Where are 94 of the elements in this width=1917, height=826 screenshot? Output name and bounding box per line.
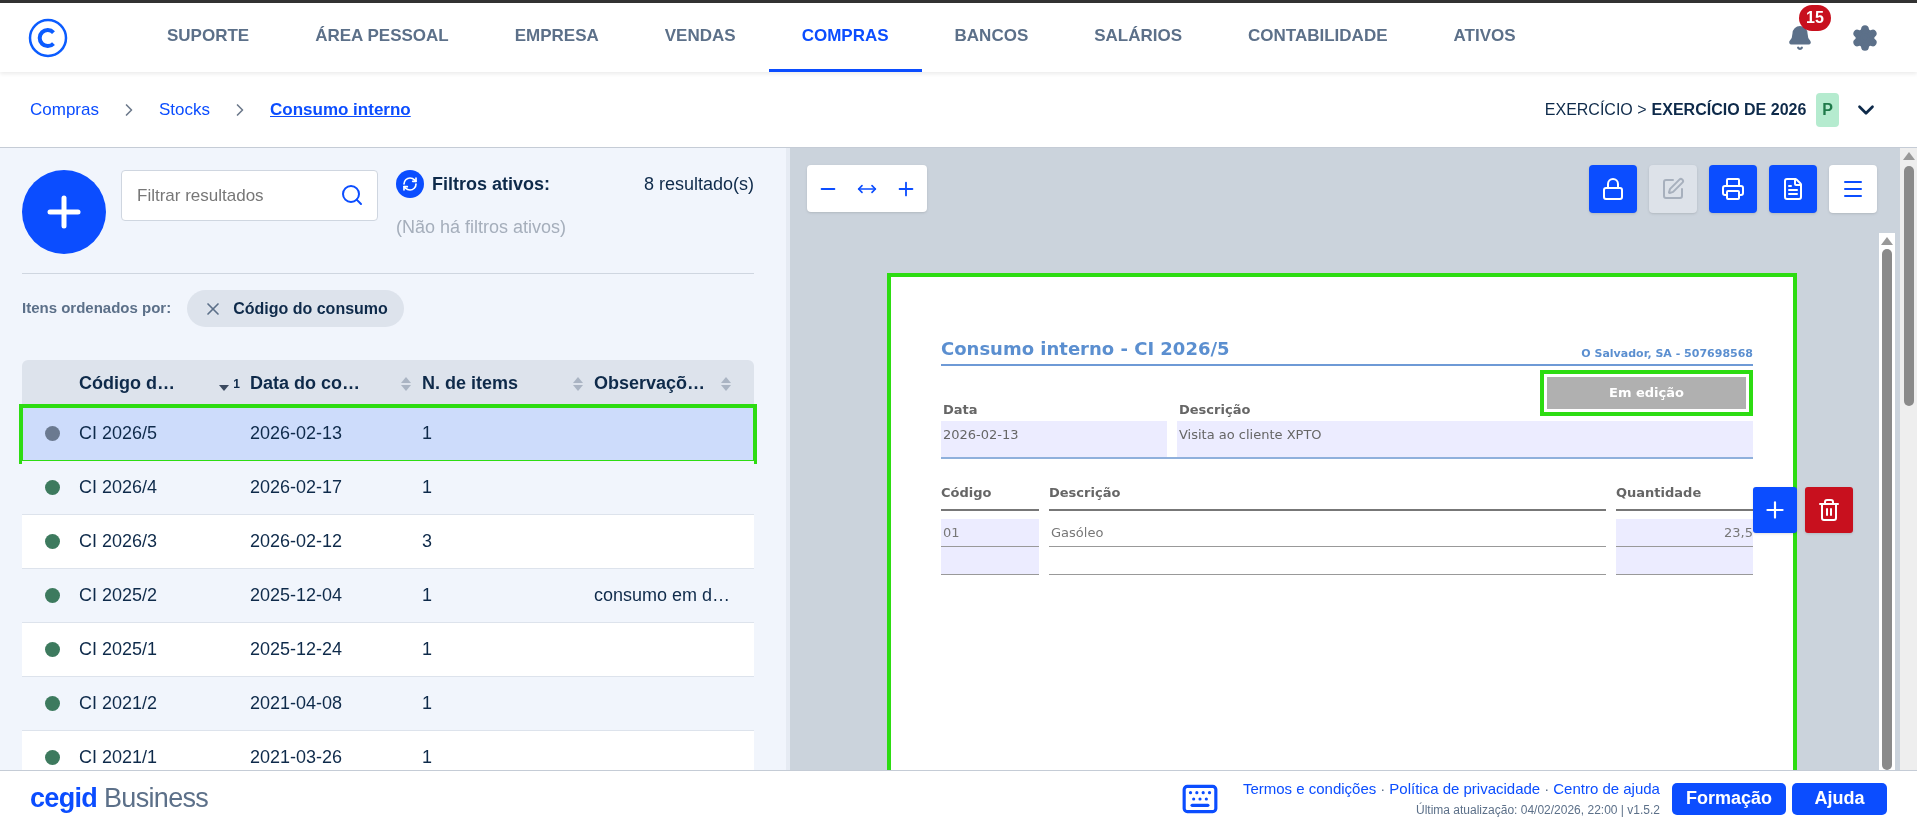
nav-tab[interactable]: EMPRESA [481,3,632,72]
status-badge: P [1816,92,1839,127]
delete-line-button[interactable] [1805,487,1853,533]
status-label: Em edição [1540,370,1753,416]
sort-chip[interactable]: Código do consumo [187,290,404,327]
nav-tab[interactable]: SUPORTE [134,3,283,72]
line-code[interactable]: 01 [941,518,1039,547]
breadcrumb-link[interactable]: Stocks [158,96,210,123]
nav-tab[interactable]: CONTABILIDADE [1215,3,1421,72]
printer-icon [1721,177,1745,201]
table-cell-text: CI 2021/2 [79,692,159,715]
footer-link[interactable]: Política de privacidade [1389,778,1541,801]
nav-tab[interactable]: BANCOS [921,3,1062,72]
breadcrumb-link[interactable]: Compras [30,96,99,123]
notification-badge: 15 [1799,4,1831,31]
help-button[interactable]: Ajuda [1792,782,1887,815]
pencil-icon [1661,177,1685,201]
settings-icon[interactable] [1851,23,1879,52]
menu-button[interactable] [1829,165,1877,213]
document-title: Consumo interno - CI 2026/5 [941,337,1230,361]
search-icon[interactable] [340,183,364,207]
pdf-button[interactable] [1769,165,1817,213]
table-cell-text: 1 [422,584,433,607]
refresh-icon[interactable] [396,170,424,198]
print-button[interactable] [1709,165,1757,213]
table-cell-text: 2021-03-26 [250,746,344,769]
empty-line-field[interactable] [1616,546,1753,575]
nav-tab[interactable]: COMPRAS [768,3,922,72]
footer-link[interactable]: Termos e condições [1242,778,1377,801]
table-cell-text: 1 [422,476,433,499]
field-label: Data [942,400,979,419]
table-cell-text: 2026-02-17 [250,476,344,499]
table-cell-text: CI 2025/2 [79,584,159,607]
padlock-icon [1601,177,1625,201]
field-value[interactable]: 2026-02-13 [941,421,1167,457]
update-info: Última atualização: 04/02/2026, 22:00 | v1.5.2 [1416,801,1660,819]
sort-label: Itens ordenados por: [22,298,172,319]
table-row[interactable]: CI 2021/1 2021-03-26 1 [22,731,754,770]
column-header[interactable]: N. de items [422,370,594,397]
line-description[interactable]: Gasóleo [1049,518,1606,547]
line-column-header: Descrição [1049,483,1606,511]
table-cell-text: 2026-02-13 [250,422,344,445]
table-cell-text: CI 2026/5 [79,422,159,445]
result-count: 8 resultado(s) [643,172,754,196]
column-header[interactable]: Data do co… [250,370,422,397]
company-name: O Salvador, SA - 507698568 [1581,345,1753,362]
column-header[interactable]: Código d… 1 [79,370,250,397]
footer-link[interactable]: Centro de ajuda [1553,778,1660,801]
inner-scrollbar[interactable] [1879,233,1895,770]
table-cell-text: CI 2026/4 [79,476,159,499]
add-line-button[interactable] [1753,487,1797,533]
field-value[interactable]: Visita ao cliente XPTO [1177,421,1753,457]
line-quantity[interactable]: 23,5 [1616,518,1753,547]
table-cell-text: 2026-02-12 [250,530,344,553]
table-row[interactable]: CI 2025/1 2025-12-24 1 [22,623,754,677]
brand-logo: cegid Business [30,782,209,816]
line-column-header: Código [941,483,1039,511]
separator-dot: · [1380,779,1386,800]
table-cell-text: CI 2021/1 [79,746,159,769]
table-row[interactable]: CI 2026/3 2026-02-12 3 [22,515,754,569]
column-header[interactable]: Observaçõ… [594,370,742,397]
bell-icon[interactable] [1787,24,1813,51]
nav-tab[interactable]: SALÁRIOS [1061,3,1216,72]
lock-button[interactable] [1589,165,1637,213]
fiscal-year-value[interactable]: EXERCÍCIO DE 2026 [1651,97,1807,122]
trash-icon [1817,498,1841,522]
table-cell-text: 2025-12-24 [250,638,344,661]
separator-dot: · [1544,779,1550,800]
empty-line-field[interactable] [941,546,1039,575]
training-button[interactable]: Formação [1671,782,1786,815]
table-cell-text: 1 [422,746,433,769]
nav-tab[interactable]: ÁREA PESSOAL [282,3,482,72]
table-cell-text: 1 [422,422,433,445]
table-row[interactable]: CI 2026/5 2026-02-13 1 [22,407,754,461]
filters-empty-text: (Não há filtros ativos) [396,216,568,239]
document-icon [1781,177,1805,201]
nav-tab[interactable]: ATIVOS [1420,3,1549,72]
breadcrumb-link[interactable]: Consumo interno [270,96,411,123]
table-cell-text: 2021-04-08 [250,692,344,715]
field-label: Descrição [1178,400,1252,419]
outer-scrollbar[interactable] [1900,148,1917,770]
sort-index: 1 [233,375,240,393]
table-cell-text: 1 [422,692,433,715]
table-cell-text: CI 2026/3 [79,530,159,553]
filters-title: Filtros ativos: [432,172,551,196]
logo-icon[interactable] [28,17,68,58]
table-cell-text: 2025-12-04 [250,584,344,607]
table-cell-text: 3 [422,530,433,553]
table-cell-text: CI 2025/1 [79,638,159,661]
search-field[interactable]: Filtrar resultados [121,170,378,221]
table-cell-text: 1 [422,638,433,661]
nav-tab[interactable]: VENDAS [631,3,769,72]
table-cell-text: consumo em d… [594,584,732,607]
fiscal-year-label: EXERCÍCIO > [1544,99,1647,120]
